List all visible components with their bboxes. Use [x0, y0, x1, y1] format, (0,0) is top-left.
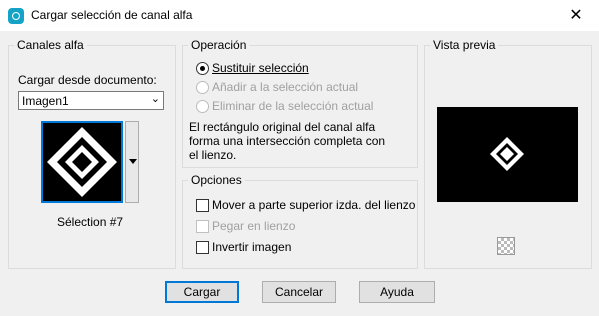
close-button[interactable]: ✕: [553, 0, 599, 31]
channel-name: Sélection #7: [57, 215, 124, 229]
radio-anadir-label[interactable]: Añadir a la selección actual: [212, 80, 358, 94]
checkbox-invertir[interactable]: [196, 241, 209, 254]
operation-description-line-1: El rectángulo original del canal alfa: [189, 120, 376, 134]
cancelar-button[interactable]: Cancelar: [262, 281, 336, 303]
checkbox-mover-label[interactable]: Mover a parte superior izda. del lienzo: [212, 198, 415, 212]
radio-eliminar[interactable]: [196, 100, 209, 113]
document-select-value: Imagen1: [22, 94, 69, 108]
radio-anadir[interactable]: [196, 81, 209, 94]
window-title: Cargar selección de canal alfa: [31, 8, 193, 22]
diamond-thumbnail-icon: [47, 127, 117, 197]
canales-alfa-legend: Canales alfa: [14, 38, 87, 52]
ayuda-button[interactable]: Ayuda: [359, 281, 435, 303]
preview-canvas: [437, 107, 578, 202]
thumbnail-dropdown-button[interactable]: [125, 121, 139, 203]
operation-description-line-2: forma una intersección completa con: [189, 134, 386, 148]
checkbox-pegar-label[interactable]: Pegar en lienzo: [212, 219, 295, 233]
radio-eliminar-label[interactable]: Eliminar de la selección actual: [212, 99, 373, 113]
preview-diamond-icon: [490, 137, 524, 171]
vista-previa-legend: Vista previa: [430, 38, 499, 52]
radio-sustituir[interactable]: [196, 62, 209, 75]
chevron-down-icon: ⌄: [150, 93, 160, 105]
load-from-document-label: Cargar desde documento:: [18, 73, 157, 87]
checkbox-pegar[interactable]: [196, 220, 209, 233]
title-bar: Cargar selección de canal alfa ✕: [0, 0, 599, 31]
checkbox-invertir-label[interactable]: Invertir imagen: [212, 240, 291, 254]
transparency-checker-icon[interactable]: [497, 237, 515, 255]
checkbox-mover[interactable]: [196, 199, 209, 212]
radio-sustituir-label[interactable]: Sustituir selección: [212, 61, 309, 75]
cargar-button[interactable]: Cargar: [165, 281, 239, 303]
app-icon: [8, 8, 24, 24]
channel-thumbnail[interactable]: [41, 121, 123, 203]
opciones-legend: Opciones: [188, 173, 245, 187]
operation-description-line-3: el lienzo.: [189, 148, 237, 162]
document-select[interactable]: Imagen1 ⌄: [18, 91, 164, 110]
operacion-legend: Operación: [188, 38, 250, 52]
